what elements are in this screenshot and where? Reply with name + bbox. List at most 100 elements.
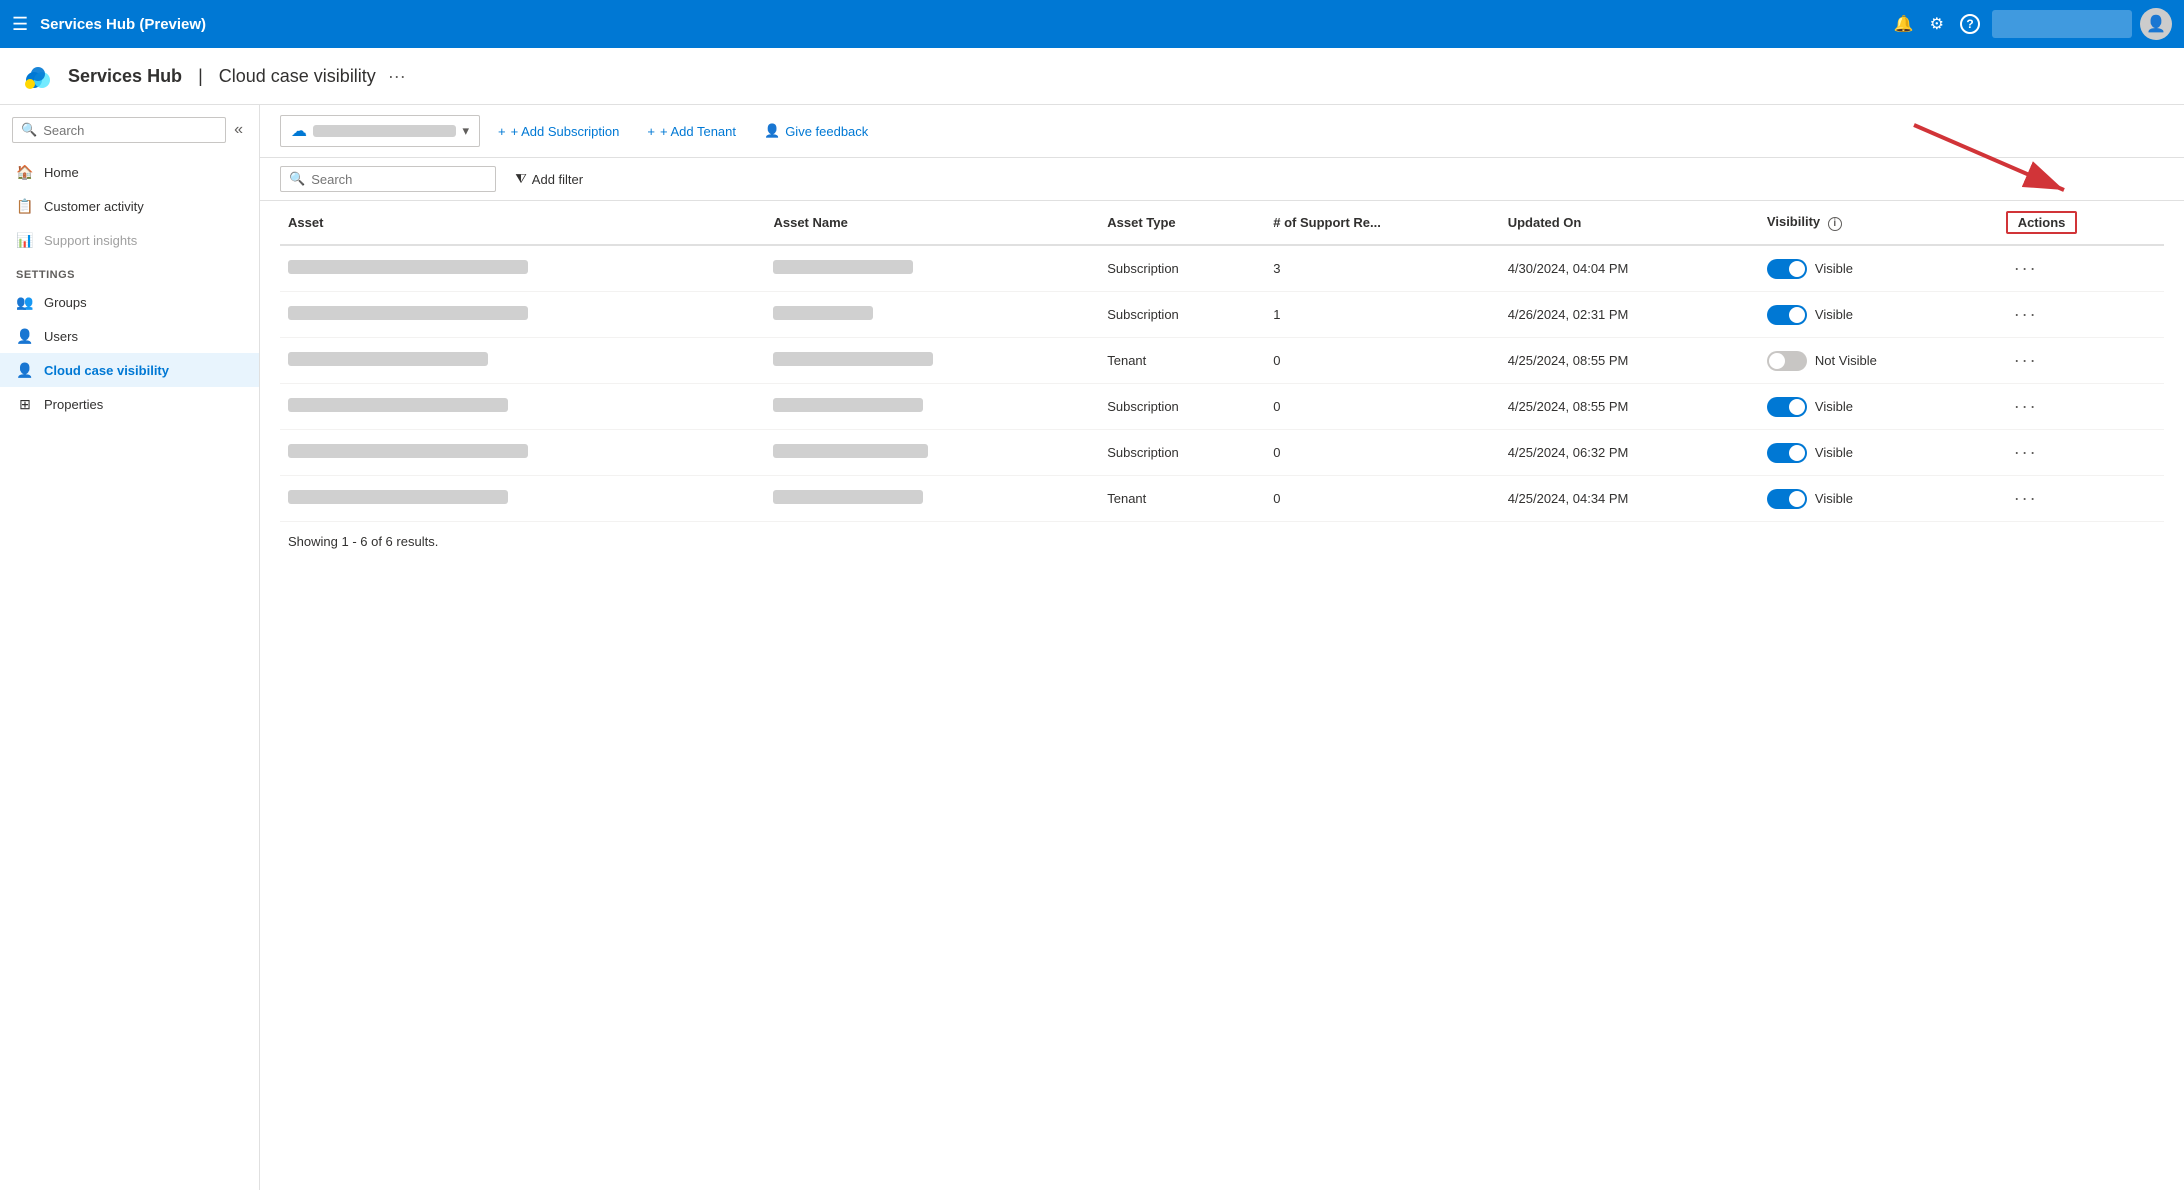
avatar[interactable]: 👤 — [2140, 8, 2172, 40]
cell-visibility: Visible — [1759, 430, 1998, 476]
cell-asset-name — [765, 338, 1099, 384]
add-tenant-button[interactable]: + + Add Tenant — [637, 119, 746, 144]
hamburger-icon[interactable]: ☰ — [12, 14, 28, 35]
toggle-switch[interactable]: Visible — [1767, 397, 1990, 417]
asset-name-blurred-text — [773, 306, 873, 320]
asset-name-blurred-text — [773, 444, 928, 458]
col-header-actions: Actions — [1998, 201, 2164, 245]
row-more-button[interactable]: ··· — [2006, 440, 2046, 465]
sidebar-item-home[interactable]: 🏠 Home — [0, 155, 259, 189]
toggle-switch[interactable]: Visible — [1767, 443, 1990, 463]
give-feedback-button[interactable]: 👤 Give feedback — [754, 118, 878, 144]
toggle-switch[interactable]: Not Visible — [1767, 351, 1990, 371]
table-row: Subscription04/25/2024, 06:32 PMVisible·… — [280, 430, 2164, 476]
notifications-icon[interactable]: 🔔 — [1894, 14, 1914, 34]
sidebar-item-cloud-case-visibility[interactable]: 👤 Cloud case visibility — [0, 353, 259, 387]
add-filter-button[interactable]: ⧨ Add filter — [504, 166, 594, 192]
cell-support-requests: 3 — [1265, 245, 1499, 292]
cell-actions: ··· — [1998, 292, 2164, 338]
toggle-thumb — [1789, 261, 1805, 277]
cell-asset — [280, 292, 765, 338]
filter-search-icon: 🔍 — [289, 171, 305, 187]
filter-search-input[interactable] — [311, 172, 487, 187]
row-more-button[interactable]: ··· — [2006, 302, 2046, 327]
cell-updated-on: 4/25/2024, 08:55 PM — [1500, 384, 1759, 430]
main-layout: 🔍 « 🏠 Home 📋 Customer activity 📊 Support… — [0, 105, 2184, 1190]
add-subscription-button[interactable]: + + Add Subscription — [488, 119, 629, 144]
toggle-switch[interactable]: Visible — [1767, 259, 1990, 279]
toggle-track[interactable] — [1767, 397, 1807, 417]
cell-asset-type: Tenant — [1099, 476, 1265, 522]
cell-asset — [280, 245, 765, 292]
toggle-track[interactable] — [1767, 259, 1807, 279]
cell-updated-on: 4/25/2024, 04:34 PM — [1500, 476, 1759, 522]
row-more-button[interactable]: ··· — [2006, 256, 2046, 281]
visibility-label: Visible — [1815, 399, 1853, 414]
cell-support-requests: 0 — [1265, 338, 1499, 384]
cell-asset-name — [765, 245, 1099, 292]
help-icon[interactable]: ? — [1960, 14, 1980, 34]
toggle-switch[interactable]: Visible — [1767, 305, 1990, 325]
home-icon: 🏠 — [16, 163, 34, 181]
sidebar-item-cloud-case-visibility-label: Cloud case visibility — [44, 363, 169, 378]
cell-asset-type: Subscription — [1099, 430, 1265, 476]
header-more-icon[interactable]: ··· — [388, 66, 406, 87]
sidebar-search-input[interactable] — [43, 123, 217, 138]
cell-actions: ··· — [1998, 245, 2164, 292]
cell-visibility: Visible — [1759, 476, 1998, 522]
cell-actions: ··· — [1998, 338, 2164, 384]
subscription-dropdown-text — [313, 125, 456, 137]
toggle-track[interactable] — [1767, 443, 1807, 463]
cell-support-requests: 1 — [1265, 292, 1499, 338]
properties-icon: ⊞ — [16, 395, 34, 413]
sidebar-search-icon: 🔍 — [21, 122, 37, 138]
toggle-thumb — [1789, 445, 1805, 461]
row-more-button[interactable]: ··· — [2006, 348, 2046, 373]
sidebar-item-groups[interactable]: 👥 Groups — [0, 285, 259, 319]
cell-actions: ··· — [1998, 430, 2164, 476]
email-display[interactable] — [1992, 10, 2132, 38]
sidebar-search-box[interactable]: 🔍 — [12, 117, 226, 143]
filter-search-box[interactable]: 🔍 — [280, 166, 496, 192]
visibility-label: Visible — [1815, 445, 1853, 460]
add-tenant-label: + Add Tenant — [660, 124, 736, 139]
table-row: Subscription14/26/2024, 02:31 PMVisible·… — [280, 292, 2164, 338]
col-header-support-requests[interactable]: # of Support Re... — [1265, 201, 1499, 245]
col-header-visibility[interactable]: Visibility i — [1759, 201, 1998, 245]
toggle-track[interactable] — [1767, 305, 1807, 325]
settings-icon[interactable]: ⚙ — [1930, 14, 1944, 34]
brand-icon — [20, 58, 56, 94]
sidebar-item-support-insights[interactable]: 📊 Support insights — [0, 223, 259, 257]
app-title: Services Hub (Preview) — [40, 16, 1882, 33]
table-container: Asset Asset Name Asset Type # of Support… — [260, 201, 2184, 561]
sidebar-item-properties[interactable]: ⊞ Properties — [0, 387, 259, 421]
add-filter-label: Add filter — [532, 172, 583, 187]
cell-visibility: Visible — [1759, 292, 1998, 338]
cell-asset — [280, 384, 765, 430]
cell-support-requests: 0 — [1265, 384, 1499, 430]
cell-asset-type: Subscription — [1099, 292, 1265, 338]
asset-name-blurred-text — [773, 490, 923, 504]
col-header-asset-name[interactable]: Asset Name — [765, 201, 1099, 245]
cell-asset — [280, 476, 765, 522]
col-header-updated-on[interactable]: Updated On — [1500, 201, 1759, 245]
col-header-asset[interactable]: Asset — [280, 201, 765, 245]
row-more-button[interactable]: ··· — [2006, 486, 2046, 511]
row-more-button[interactable]: ··· — [2006, 394, 2046, 419]
visibility-info-icon[interactable]: i — [1828, 217, 1842, 231]
subscription-dropdown[interactable]: ☁ ▾ — [280, 115, 480, 147]
cell-updated-on: 4/30/2024, 04:04 PM — [1500, 245, 1759, 292]
visibility-label: Visible — [1815, 307, 1853, 322]
sidebar-item-users[interactable]: 👤 Users — [0, 319, 259, 353]
header-divider: | — [198, 66, 203, 87]
sidebar-item-customer-activity[interactable]: 📋 Customer activity — [0, 189, 259, 223]
asset-name-blurred-text — [773, 352, 933, 366]
data-table: Asset Asset Name Asset Type # of Support… — [280, 201, 2164, 522]
toggle-track[interactable] — [1767, 489, 1807, 509]
sidebar: 🔍 « 🏠 Home 📋 Customer activity 📊 Support… — [0, 105, 260, 1190]
toggle-switch[interactable]: Visible — [1767, 489, 1990, 509]
toggle-track[interactable] — [1767, 351, 1807, 371]
col-header-asset-type[interactable]: Asset Type — [1099, 201, 1265, 245]
asset-blurred-text — [288, 490, 508, 504]
sidebar-collapse-button[interactable]: « — [230, 117, 247, 143]
